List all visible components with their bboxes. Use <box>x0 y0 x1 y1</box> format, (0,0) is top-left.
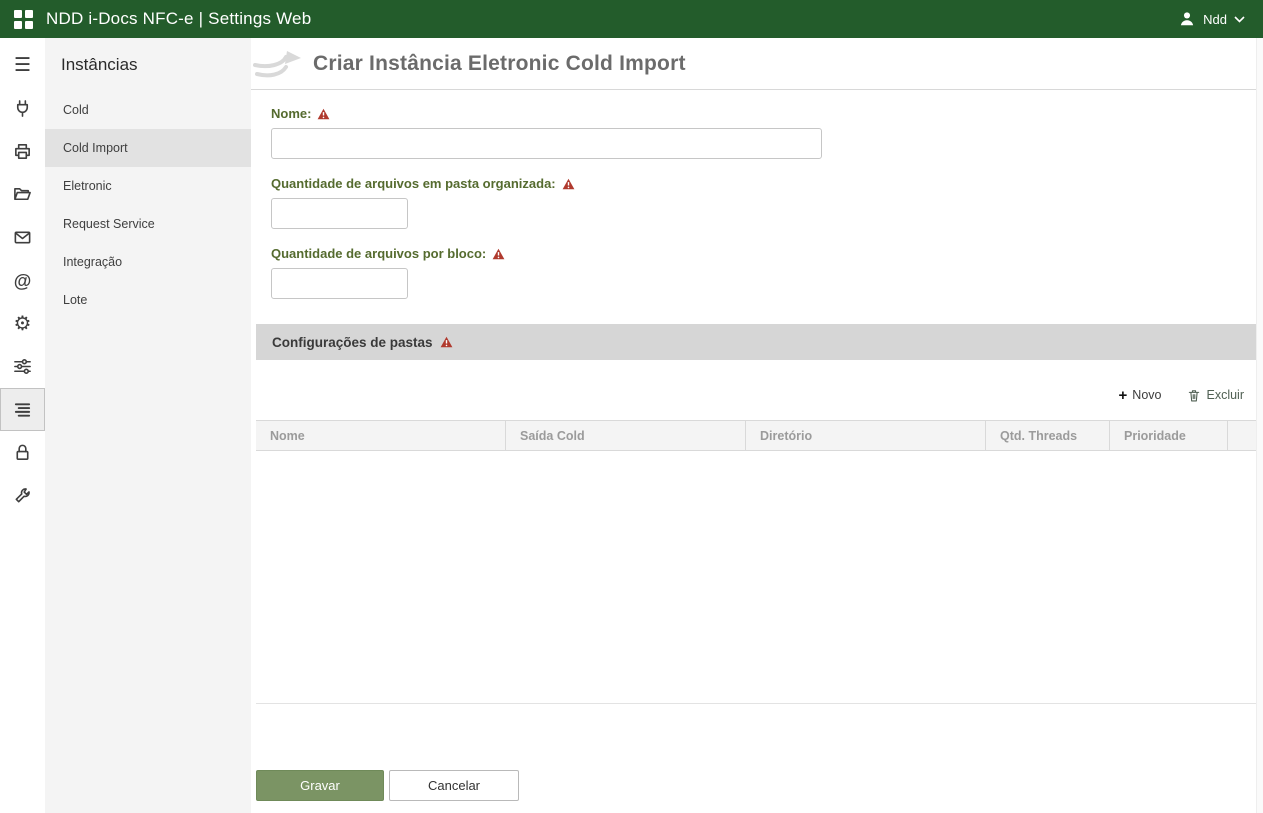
save-button[interactable]: Gravar <box>256 770 384 801</box>
page-header-icon <box>253 47 305 81</box>
instance-form: Nome: Quantidade de arquivos em pasta or… <box>256 90 1256 303</box>
sidebar-item-cold-import[interactable]: Cold Import <box>45 129 251 167</box>
rail-item-settings[interactable]: ⚙ <box>0 302 45 345</box>
delete-row-label: Excluir <box>1206 388 1244 402</box>
column-header-diretorio[interactable]: Diretório <box>746 421 986 450</box>
sliders-icon <box>13 357 32 376</box>
required-warning-icon <box>317 108 330 120</box>
section-header-pastas: Configurações de pastas <box>256 324 1256 360</box>
rail-item-mail[interactable] <box>0 216 45 259</box>
rail-item-menu[interactable]: ☰ <box>0 44 45 87</box>
new-row-label: Novo <box>1132 388 1161 402</box>
folder-open-icon <box>13 185 32 204</box>
main-panel: Criar Instância Eletronic Cold Import No… <box>251 38 1263 813</box>
user-name: Ndd <box>1203 12 1227 27</box>
sidebar-item-integracao[interactable]: Integração <box>45 243 251 281</box>
column-header-saida-cold[interactable]: Saída Cold <box>506 421 746 450</box>
new-row-button[interactable]: + Novo <box>1119 387 1162 404</box>
qtd-bloco-label: Quantidade de arquivos por bloco: <box>271 246 486 261</box>
vertical-scrollbar[interactable] <box>1256 38 1263 813</box>
nome-input[interactable] <box>271 128 822 159</box>
required-warning-icon <box>440 336 453 348</box>
rail-item-tools[interactable] <box>0 474 45 517</box>
rail-item-at[interactable]: @ <box>0 259 45 302</box>
icon-rail: ☰ @ ⚙ <box>0 38 45 813</box>
lock-icon <box>13 443 32 462</box>
sidebar-item-cold[interactable]: Cold <box>45 91 251 129</box>
required-warning-icon <box>492 248 505 260</box>
nome-label-row: Nome: <box>271 106 1256 121</box>
user-icon <box>1178 10 1196 28</box>
qtd-pasta-input[interactable] <box>271 198 408 229</box>
required-warning-icon <box>562 178 575 190</box>
rail-item-printers[interactable] <box>0 130 45 173</box>
qtd-bloco-label-row: Quantidade de arquivos por bloco: <box>271 246 1256 261</box>
section-title: Configurações de pastas <box>272 335 433 350</box>
app-launcher-icon[interactable] <box>0 0 46 38</box>
qtd-bloco-input[interactable] <box>271 268 408 299</box>
sidebar-item-request-service[interactable]: Request Service <box>45 205 251 243</box>
plus-icon: + <box>1119 387 1128 404</box>
rail-item-parameters[interactable] <box>0 345 45 388</box>
instances-list-icon <box>13 400 32 419</box>
qtd-pasta-label: Quantidade de arquivos em pasta organiza… <box>271 176 556 191</box>
trash-icon <box>1187 388 1201 403</box>
rail-item-security[interactable] <box>0 431 45 474</box>
at-sign-icon: @ <box>14 272 32 290</box>
gear-icon: ⚙ <box>14 314 32 334</box>
nome-label: Nome: <box>271 106 311 121</box>
delete-row-button[interactable]: Excluir <box>1187 388 1244 403</box>
plug-icon <box>13 99 32 118</box>
grid-header-row: Nome Saída Cold Diretório Qtd. Threads P… <box>256 420 1256 451</box>
printer-icon <box>13 142 32 161</box>
column-header-qtd-threads[interactable]: Qtd. Threads <box>986 421 1110 450</box>
form-actions: Gravar Cancelar <box>256 770 1256 801</box>
cancel-button[interactable]: Cancelar <box>389 770 519 801</box>
column-header-prioridade[interactable]: Prioridade <box>1110 421 1228 450</box>
rail-item-instances[interactable] <box>0 388 45 431</box>
chevron-down-icon <box>1234 16 1245 23</box>
menu-icon: ☰ <box>14 56 31 75</box>
sidebar: Instâncias Cold Cold Import Eletronic Re… <box>45 38 251 813</box>
top-bar: NDD i-Docs NFC-e | Settings Web Ndd <box>0 0 1263 38</box>
sidebar-item-lote[interactable]: Lote <box>45 281 251 319</box>
envelope-icon <box>13 228 32 247</box>
page-title: Criar Instância Eletronic Cold Import <box>313 52 686 76</box>
sidebar-item-eletronic[interactable]: Eletronic <box>45 167 251 205</box>
rail-item-connections[interactable] <box>0 87 45 130</box>
qtd-pasta-label-row: Quantidade de arquivos em pasta organiza… <box>271 176 1256 191</box>
user-menu[interactable]: Ndd <box>1178 10 1263 28</box>
column-header-nome[interactable]: Nome <box>256 421 506 450</box>
page-header: Criar Instância Eletronic Cold Import <box>251 38 1263 90</box>
rail-item-folders[interactable] <box>0 173 45 216</box>
grid-body-empty <box>256 451 1256 704</box>
sidebar-title: Instâncias <box>45 38 251 91</box>
wrench-icon <box>13 486 32 505</box>
column-header-spacer <box>1228 421 1256 450</box>
grid-toolbar: + Novo Excluir <box>256 383 1256 407</box>
app-title: NDD i-Docs NFC-e | Settings Web <box>46 9 311 29</box>
